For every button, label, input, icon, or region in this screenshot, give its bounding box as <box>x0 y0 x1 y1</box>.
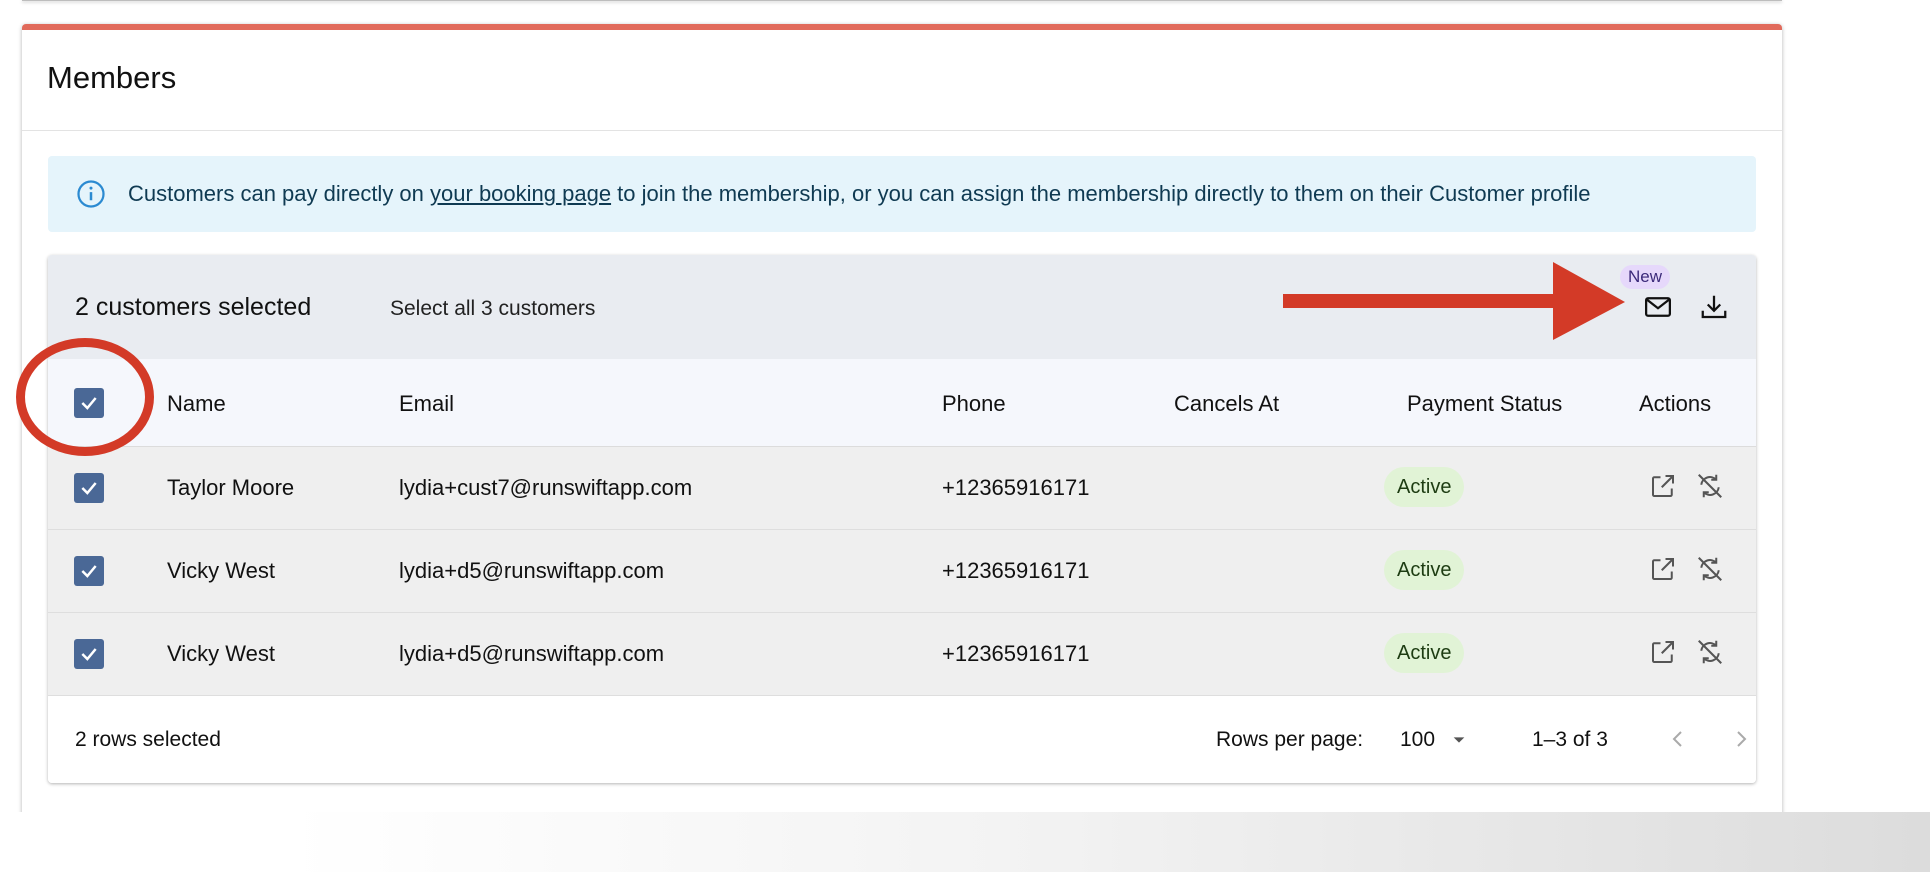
cancel-membership-button[interactable] <box>1693 552 1727 586</box>
cell-phone: +12365916171 <box>942 475 1090 500</box>
email-button[interactable] <box>1640 289 1676 325</box>
row-checkbox[interactable] <box>74 473 104 503</box>
open-profile-button[interactable] <box>1646 469 1680 503</box>
divider <box>22 130 1782 131</box>
members-table: 2 customers selected Select all 3 custom… <box>48 255 1756 783</box>
new-badge: New <box>1620 265 1671 289</box>
cell-phone: +12365916171 <box>942 641 1090 666</box>
table-footer: 2 rows selected Rows per page: 100 1–3 o… <box>48 696 1756 783</box>
column-header-cancels-at[interactable]: Cancels At <box>1174 391 1279 417</box>
info-text: Customers can pay directly on your booki… <box>128 181 1591 207</box>
rows-per-page-label: Rows per page: <box>1216 728 1364 751</box>
chevron-right-icon <box>1737 731 1747 747</box>
table-row[interactable]: Vicky West lydia+d5@runswiftapp.com +123… <box>48 613 1756 696</box>
selected-count: 2 customers selected <box>75 293 312 321</box>
table-row[interactable]: Vicky West lydia+d5@runswiftapp.com +123… <box>48 530 1756 613</box>
cell-name: Taylor Moore <box>167 475 295 500</box>
check-icon <box>81 565 97 578</box>
open-profile-button[interactable] <box>1646 552 1680 586</box>
cell-name: Vicky West <box>167 641 275 666</box>
cell-email: lydia+d5@runswiftapp.com <box>399 558 665 583</box>
next-page-button[interactable] <box>1724 722 1756 756</box>
table-row[interactable]: Taylor Moore lydia+cust7@runswiftapp.com… <box>48 447 1756 530</box>
cancel-membership-button[interactable] <box>1693 469 1727 503</box>
status-badge: Active <box>1384 633 1465 673</box>
row-checkbox[interactable] <box>74 556 104 586</box>
sync-disabled-icon <box>1698 474 1722 498</box>
rows-selected-text: 2 rows selected <box>75 728 221 751</box>
cell-email: lydia+cust7@runswiftapp.com <box>399 475 693 500</box>
check-icon <box>81 482 97 495</box>
column-header-email[interactable]: Email <box>399 391 454 417</box>
booking-page-link[interactable]: your booking page <box>430 181 611 206</box>
cell-phone: +12365916171 <box>942 558 1090 583</box>
column-header-phone[interactable]: Phone <box>942 391 1006 417</box>
sync-disabled-icon <box>1698 640 1722 664</box>
column-header-name[interactable]: Name <box>167 391 226 417</box>
selection-toolbar: 2 customers selected Select all 3 custom… <box>48 255 1756 359</box>
status-badge: Active <box>1384 550 1465 590</box>
background-shade <box>0 812 1930 872</box>
download-button[interactable] <box>1696 289 1732 325</box>
chevron-left-icon <box>1672 731 1682 747</box>
external-link-icon <box>1652 641 1674 663</box>
row-checkbox[interactable] <box>74 639 104 669</box>
external-link-icon <box>1652 475 1674 497</box>
rows-per-page-value: 100 <box>1400 728 1436 751</box>
email-icon <box>1645 297 1671 317</box>
previous-card-edge <box>22 0 1782 1</box>
check-icon <box>81 397 97 410</box>
sync-disabled-icon <box>1698 557 1722 581</box>
cancel-membership-button[interactable] <box>1693 635 1727 669</box>
cell-email: lydia+d5@runswiftapp.com <box>399 641 665 666</box>
external-link-icon <box>1652 558 1674 580</box>
members-card: Members Customers can pay directly on yo… <box>22 24 1782 841</box>
download-icon <box>1701 295 1727 319</box>
card-title: Members <box>47 60 177 95</box>
select-all-button[interactable]: Select all 3 customers <box>390 297 595 321</box>
info-text-before: Customers can pay directly on <box>128 181 431 206</box>
info-text-after: to join the membership, or you can assig… <box>611 181 1591 206</box>
info-alert: Customers can pay directly on your booki… <box>48 156 1756 232</box>
column-header-payment-status[interactable]: Payment Status <box>1407 391 1562 417</box>
pagination-range: 1–3 of 3 <box>1532 728 1608 751</box>
caret-down-icon <box>1453 737 1465 743</box>
column-header-actions: Actions <box>1639 391 1712 416</box>
table-header: Name Email Phone Cancels At Payment Stat… <box>48 359 1756 447</box>
cell-name: Vicky West <box>167 558 275 583</box>
open-profile-button[interactable] <box>1646 635 1680 669</box>
previous-page-button[interactable] <box>1661 722 1695 756</box>
rows-per-page-select[interactable]: 100 <box>1400 728 1467 752</box>
check-icon <box>81 648 97 661</box>
status-badge: Active <box>1384 467 1465 507</box>
select-all-checkbox[interactable] <box>74 388 104 418</box>
info-icon <box>77 180 105 208</box>
